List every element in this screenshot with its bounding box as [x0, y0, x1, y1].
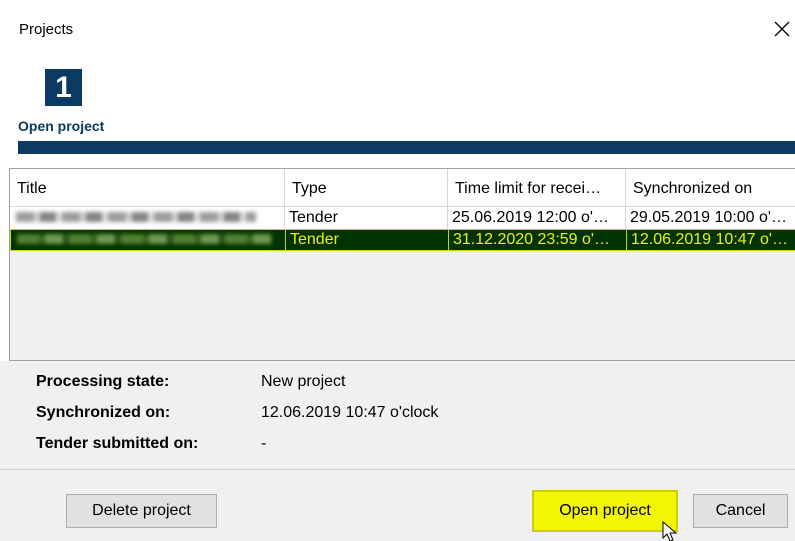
step-label: Open project: [18, 118, 105, 134]
table-row[interactable]: Tender 25.06.2019 12:00 o'… 29.05.2019 1…: [10, 207, 795, 229]
close-icon: [774, 21, 790, 37]
cancel-button[interactable]: Cancel: [693, 494, 788, 528]
column-header-type[interactable]: Type: [285, 169, 448, 207]
synchronized-on-label: Synchronized on:: [36, 404, 171, 421]
processing-state-value: New project: [261, 373, 346, 390]
synchronized-cell: 12.06.2019 10:47 o'…: [631, 231, 788, 248]
tender-submitted-value: -: [261, 435, 267, 452]
title-cell-redacted: [10, 207, 285, 229]
open-project-button[interactable]: Open project: [532, 490, 678, 532]
type-cell: Tender: [286, 229, 449, 251]
step-number-badge: 1: [45, 69, 82, 106]
wizard-steps: 1 Open project: [0, 58, 795, 168]
delete-project-button[interactable]: Delete project: [66, 494, 217, 528]
column-header-synchronized[interactable]: Synchronized on: [626, 169, 795, 207]
tender-submitted-label: Tender submitted on:: [36, 435, 199, 452]
title-bar: Projects: [0, 0, 795, 58]
mouse-pointer-icon: [662, 521, 678, 541]
table-row-selected[interactable]: Tender 31.12.2020 23:59 o'… 12.06.2019 1…: [10, 229, 795, 251]
column-header-time-limit[interactable]: Time limit for recei…: [448, 169, 626, 207]
project-info-panel: Processing state: New project Synchroniz…: [0, 361, 795, 469]
table-header: Title Type Time limit for recei… Synchro…: [10, 169, 795, 207]
close-button[interactable]: [769, 14, 795, 44]
projects-dialog: Projects 1 Open project Title Type Time …: [0, 0, 795, 541]
column-header-title[interactable]: Title: [10, 169, 285, 207]
projects-table[interactable]: Title Type Time limit for recei… Synchro…: [9, 168, 795, 361]
title-cell-redacted: [11, 229, 286, 251]
window-title: Projects: [19, 21, 74, 38]
synchronized-on-value: 12.06.2019 10:47 o'clock: [261, 404, 439, 421]
type-cell: Tender: [285, 207, 448, 229]
time-limit-cell: 25.06.2019 12:00 o'…: [448, 207, 626, 229]
time-limit-cell: 31.12.2020 23:59 o'…: [449, 229, 627, 251]
synchronized-cell: 29.05.2019 10:00 o'…: [630, 209, 787, 226]
step-progress-bar: [18, 141, 795, 154]
processing-state-label: Processing state:: [36, 373, 170, 390]
